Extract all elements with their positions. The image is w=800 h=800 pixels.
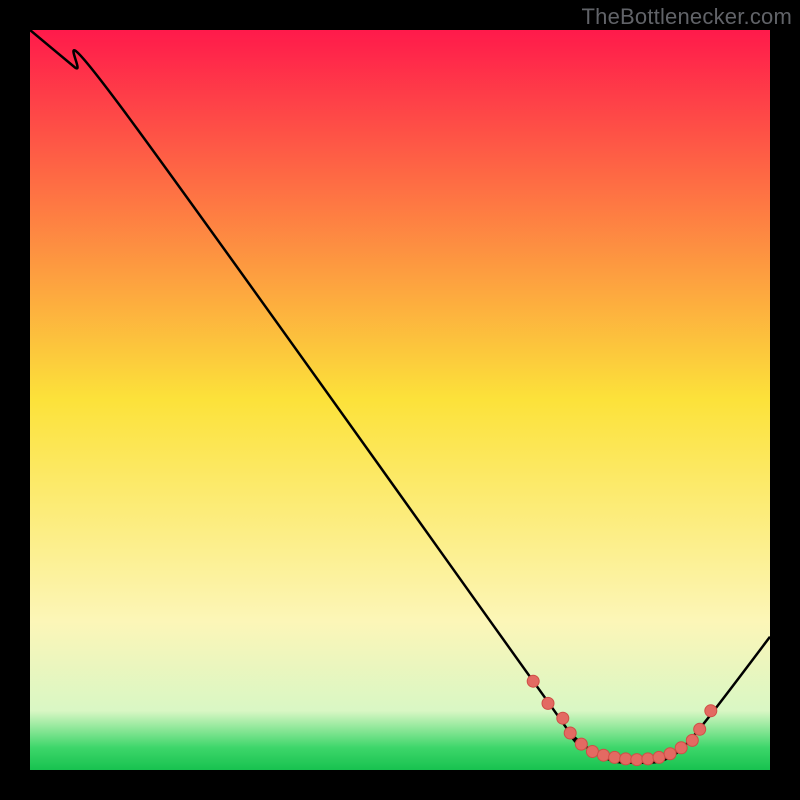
marker-point [686,734,698,746]
marker-point [631,754,643,766]
marker-point [527,675,539,687]
marker-point [705,705,717,717]
marker-point [620,753,632,765]
marker-point [557,712,569,724]
marker-point [575,738,587,750]
marker-point [675,742,687,754]
marker-point [542,697,554,709]
attribution-text: TheBottlenecker.com [582,4,792,30]
plot-area [30,30,770,770]
marker-point [642,753,654,765]
chart-frame: TheBottlenecker.com [0,0,800,800]
marker-point [694,723,706,735]
chart-svg [30,30,770,770]
marker-point [653,751,665,763]
marker-point [586,746,598,758]
marker-point [664,748,676,760]
gradient-background [30,30,770,770]
marker-point [609,751,621,763]
marker-point [598,749,610,761]
marker-point [564,727,576,739]
